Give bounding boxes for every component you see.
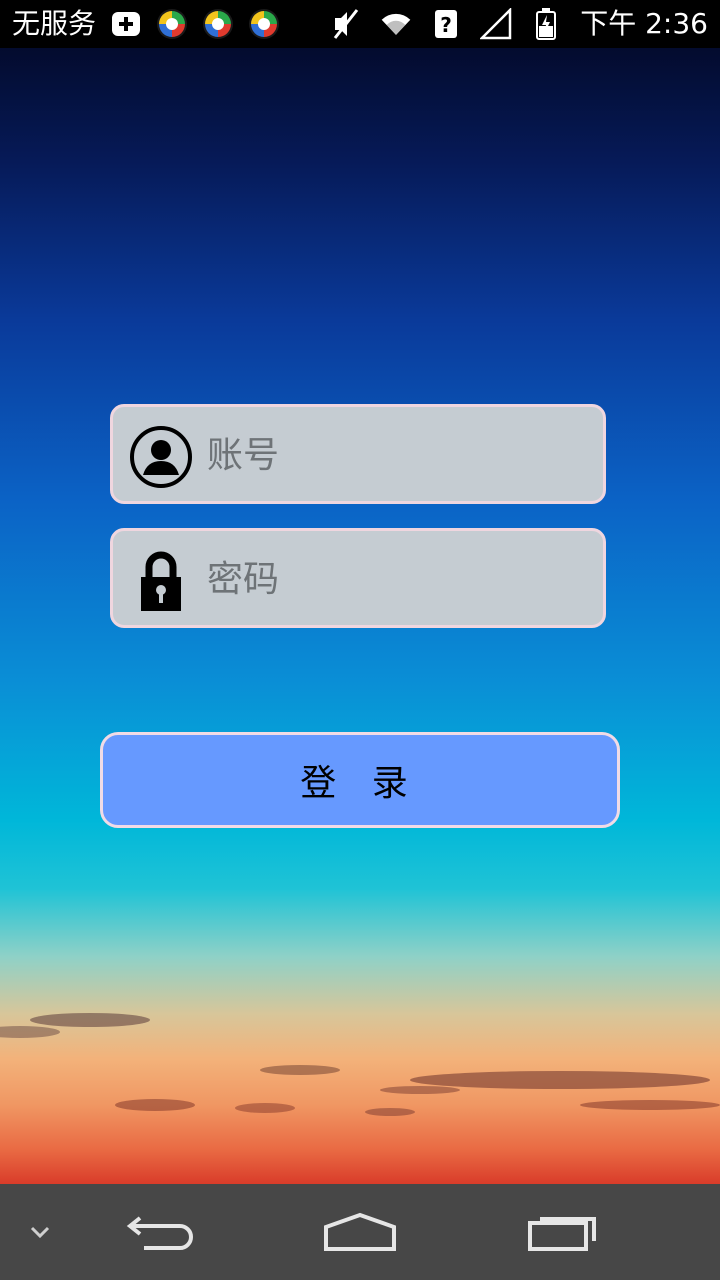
user-icon [129,425,193,489]
recents-icon[interactable] [520,1184,604,1280]
plus-notification-icon [110,8,142,40]
app-icon [202,8,234,40]
battery-charging-icon [530,8,562,40]
lock-icon [129,549,193,613]
status-bar: 无服务 ? 下午 2:36 [0,0,720,48]
app-icon [156,8,188,40]
clock-text: 下午 2:36 [580,7,708,40]
app-icon [248,8,280,40]
collapse-icon[interactable] [18,1184,62,1280]
signal-icon [480,8,512,40]
mute-icon [330,8,362,40]
svg-text:?: ? [440,13,452,37]
clouds-decoration [0,1013,720,1116]
data-unknown-icon: ? [430,8,462,40]
account-field[interactable] [110,404,606,504]
account-input[interactable] [205,407,589,503]
navigation-bar [0,1184,720,1280]
login-button[interactable]: 登 录 [100,732,620,828]
password-field[interactable] [110,528,606,628]
password-input[interactable] [205,531,589,627]
carrier-text: 无服务 [12,7,97,40]
back-icon[interactable] [120,1184,200,1280]
wifi-icon [380,8,412,40]
home-icon[interactable] [318,1184,402,1280]
